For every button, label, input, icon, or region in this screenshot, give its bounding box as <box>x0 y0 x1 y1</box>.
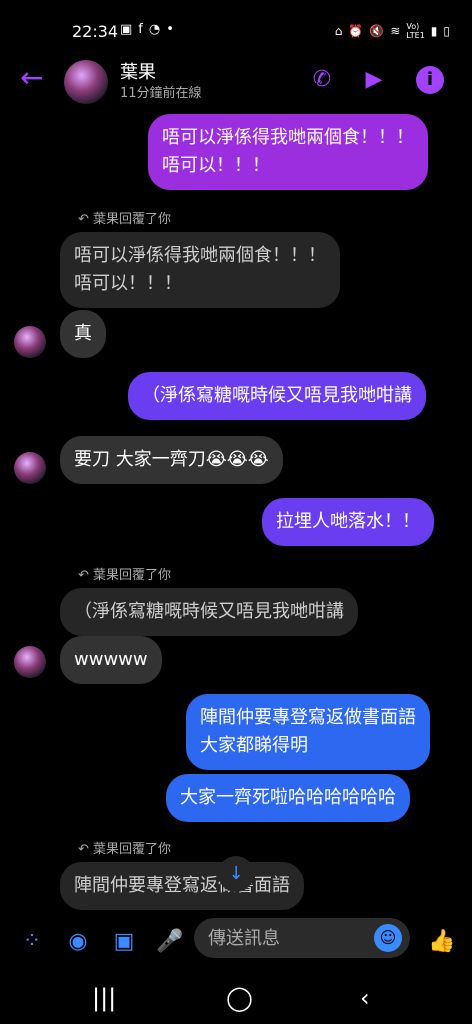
battery-icon: ▯ <box>443 24 450 38</box>
quoted-message[interactable]: 陣間仲要專登寫返做書面語 <box>60 862 304 910</box>
chat-header: ← 葉果 11分鐘前在線 ✆ ▶ i <box>0 58 472 108</box>
status-bar: 22:34 ▣ f ◔ • ⌂ ⏰ 🔇 ≋ Vo) LTE1 ▮ ▯ <box>0 0 472 60</box>
like-thumb-icon[interactable]: 👍 <box>428 928 456 956</box>
video-call-icon[interactable]: ▶ <box>360 66 388 94</box>
status-right-icons: ⌂ ⏰ 🔇 ≋ Vo) LTE1 ▮ ▯ <box>335 22 450 40</box>
mute-icon: 🔇 <box>369 24 385 38</box>
apps-grid-icon[interactable]: ⁘ <box>18 928 46 956</box>
wifi-icon: ≋ <box>390 24 401 38</box>
image-icon: ▣ <box>120 22 133 37</box>
signal-icon: ▮ <box>430 24 438 38</box>
message-bubble-sent[interactable]: 唔可以淨係得我哋兩個食！！！ 唔可以！！！ <box>148 114 428 190</box>
message-composer: ⁘ ◉ ▣ 🎤 ☺ 👍 <box>0 914 472 970</box>
quoted-message[interactable]: （淨係寫糖嘅時候又唔見我哋咁講 <box>60 588 358 636</box>
message-bubble-received[interactable]: wwwww <box>60 636 162 684</box>
back-icon[interactable]: ‹ <box>360 984 370 1012</box>
recents-icon[interactable]: ||| <box>92 984 116 1012</box>
alarm-icon: ⏰ <box>348 24 364 38</box>
avatar <box>14 452 46 484</box>
message-input-wrapper: ☺ <box>194 918 410 958</box>
reply-label: ↶ 葉果回覆了你 <box>78 842 172 857</box>
back-arrow-icon[interactable]: ← <box>20 64 48 92</box>
message-bubble-sent[interactable]: （淨係寫糖嘅時候又唔見我哋咁講 <box>128 372 426 420</box>
phone-call-icon[interactable]: ✆ <box>308 66 336 94</box>
dot-icon: • <box>166 22 174 37</box>
facebook-icon: f <box>138 22 143 37</box>
message-bubble-sent[interactable]: 陣間仲要專登寫返做書面語 大家都睇得明 <box>186 694 430 770</box>
last-active-status: 11分鐘前在線 <box>120 86 202 101</box>
reply-label: ↶ 葉果回覆了你 <box>78 212 172 227</box>
reply-label-text: 葉果回覆了你 <box>93 568 172 583</box>
avatar[interactable] <box>64 60 108 104</box>
emoji-icon[interactable]: ☺ <box>374 924 402 952</box>
contact-name[interactable]: 葉果 <box>120 58 156 84</box>
clock: 22:34 <box>72 22 119 41</box>
battery-saver-icon: ⌂ <box>334 24 343 38</box>
message-bubble-sent[interactable]: 拉埋人哋落水！！ <box>262 498 434 546</box>
reply-label: ↶ 葉果回覆了你 <box>78 568 172 583</box>
message-bubble-received[interactable]: 真 <box>60 310 106 358</box>
message-input[interactable] <box>194 918 372 958</box>
avatar <box>14 326 46 358</box>
home-icon[interactable]: ◯ <box>226 984 253 1012</box>
info-icon[interactable]: i <box>416 66 444 94</box>
volte-icon: Vo) LTE1 <box>406 22 425 40</box>
message-bubble-received[interactable]: 要刀 大家一齊刀😭😭😭 <box>60 436 283 484</box>
message-bubble-sent[interactable]: 大家一齊死啦哈哈哈哈哈哈 <box>166 774 410 822</box>
microphone-icon[interactable]: 🎤 <box>156 928 184 956</box>
gallery-icon[interactable]: ▣ <box>110 928 138 956</box>
scroll-down-icon[interactable]: ↓ <box>218 856 254 892</box>
avatar <box>14 646 46 678</box>
whatsapp-icon: ◔ <box>148 22 161 37</box>
reply-label-text: 葉果回覆了你 <box>93 212 172 227</box>
quoted-message[interactable]: 唔可以淨係得我哋兩個食！！！ 唔可以！！！ <box>60 232 340 308</box>
reply-label-text: 葉果回覆了你 <box>93 842 172 857</box>
status-left-icons: ▣ f ◔ • <box>120 22 174 37</box>
camera-icon[interactable]: ◉ <box>64 928 92 956</box>
system-nav-bar: ||| ◯ ‹ <box>0 968 472 1024</box>
